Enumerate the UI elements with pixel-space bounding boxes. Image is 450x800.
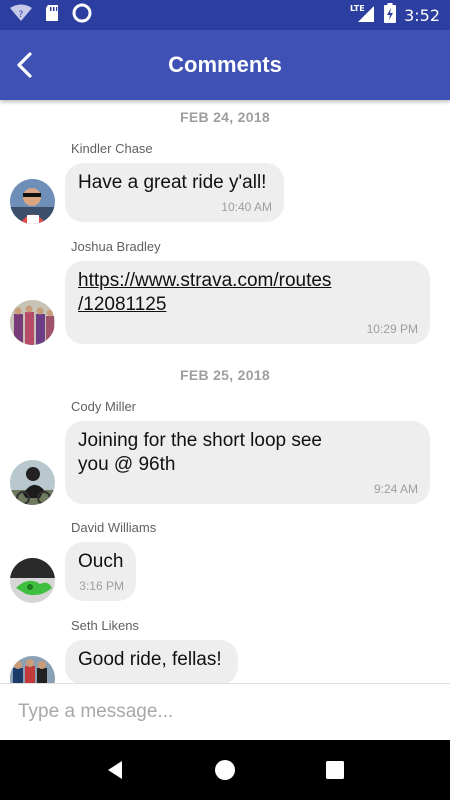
svg-text:?: ? (19, 10, 24, 20)
sender-name: Kindler Chase (71, 141, 153, 156)
square-recents-icon (326, 761, 344, 779)
message-time: 9:24 AM (373, 482, 418, 496)
message-composer (0, 683, 450, 740)
sync-circle-icon (72, 3, 92, 28)
sender-name: Seth Likens (71, 618, 139, 633)
message-bubble[interactable]: Joining for the short loop see you @ 96t… (65, 421, 430, 504)
message-time: 10:40 AM (221, 200, 272, 214)
system-nav-bar (0, 740, 450, 800)
sender-name: Joshua Bradley (71, 239, 161, 254)
message-text: Have a great ride y'all! (78, 172, 267, 193)
message-link[interactable]: https://www.strava.com/routes /12081125 (78, 269, 418, 317)
message-time: 10:29 PM (366, 322, 418, 336)
nav-recents-button[interactable] (315, 750, 355, 790)
battery-icon (384, 2, 397, 28)
message-input[interactable] (18, 701, 428, 723)
page-title: Comments (168, 52, 282, 77)
message-text: Ouch (78, 551, 124, 572)
message-bubble[interactable]: Ouch 3:16 PM (65, 542, 136, 601)
comments-list[interactable]: FEB 24, 2018 Kindler Chase Have a great … (0, 100, 450, 683)
nav-home-button[interactable] (205, 750, 245, 790)
wifi-icon: ? (10, 4, 32, 27)
back-button[interactable] (10, 49, 42, 81)
date-separator: FEB 25, 2018 (180, 367, 270, 383)
sd-card-icon (44, 4, 60, 27)
message-text: Good ride, fellas! (78, 649, 222, 670)
nav-back-button[interactable] (95, 750, 135, 790)
app-bar: Comments (0, 30, 450, 100)
date-separator: FEB 24, 2018 (180, 109, 270, 125)
message-bubble[interactable]: https://www.strava.com/routes /12081125 … (65, 261, 430, 344)
message-time: 3:16 PM (79, 579, 124, 593)
avatar[interactable] (10, 179, 55, 224)
sender-name: Cody Miller (71, 399, 137, 414)
message-bubble[interactable]: Have a great ride y'all! 10:40 AM (65, 163, 284, 222)
svg-text:LTE: LTE (350, 4, 365, 13)
message-text: Joining for the short loop see you @ 96t… (78, 430, 322, 475)
triangle-back-icon (108, 761, 122, 779)
message-bubble[interactable]: Good ride, fellas! (65, 640, 238, 683)
avatar[interactable] (10, 656, 55, 683)
lte-signal-icon: LTE (350, 3, 376, 28)
avatar[interactable] (10, 460, 55, 505)
status-time: 3:52 (404, 5, 440, 25)
status-bar: ? LTE 3:52 (0, 0, 450, 30)
avatar[interactable] (10, 300, 55, 345)
circle-home-icon (215, 760, 235, 780)
sender-name: David Williams (71, 520, 157, 535)
avatar[interactable] (10, 558, 55, 603)
chevron-left-icon (17, 52, 32, 78)
